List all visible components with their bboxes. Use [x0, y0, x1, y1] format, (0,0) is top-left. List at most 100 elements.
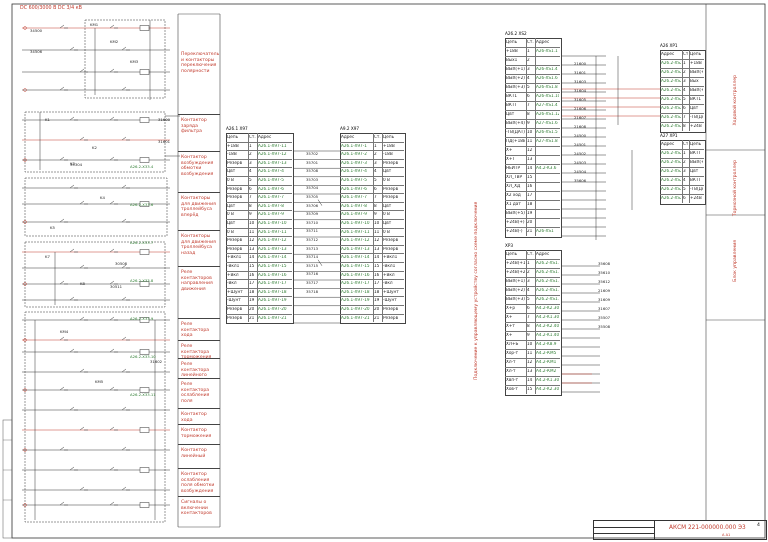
table-row-separator — [226, 219, 292, 220]
table-cell: A26.1-X97-18 — [258, 289, 287, 294]
table-cell: 2 — [374, 152, 377, 157]
table-row-separator — [505, 173, 560, 174]
table-row-separator — [505, 385, 560, 386]
table-cell: -Шунт — [383, 298, 397, 303]
right-wire-number: 35507 — [598, 315, 611, 320]
coil-symbol — [139, 502, 150, 508]
left-terminal-ref: A26.2-X33.6 — [130, 202, 154, 207]
left-wire-number: 34500 — [30, 28, 43, 33]
left-terminal-ref: A26.2-X33.4 — [130, 164, 154, 169]
right-wire-number: 31601 — [574, 70, 587, 75]
mid-wire-number: 35706 — [306, 202, 319, 208]
table-cell: Резерв — [383, 160, 399, 165]
table-cell: 7 — [527, 315, 530, 319]
table-cell: A26.2-XS2.8 — [661, 106, 681, 110]
table-cell: A26.1-X97-6 — [258, 186, 284, 191]
table-cell: 7 — [683, 115, 686, 119]
table-cell: A26.1-X97-1 — [341, 143, 367, 148]
table-cell: 1 — [527, 49, 530, 53]
table-row-separator — [505, 295, 560, 296]
wire-line — [121, 368, 127, 373]
table-cell: 3 — [249, 160, 252, 165]
left-wire-number: 34506 — [30, 49, 43, 54]
table-cell: A26.1-X97-20 — [258, 307, 287, 311]
table-row-separator — [505, 331, 560, 332]
wire-line — [59, 501, 65, 506]
sheet-left-strip — [2, 419, 13, 539]
right-wire-number: 31603 — [574, 79, 587, 84]
component-tag: KМ5 — [95, 379, 104, 384]
table-row-separator — [505, 277, 560, 278]
table-row-separator — [505, 376, 560, 377]
table-cell: A27-XS1.8 — [536, 139, 558, 143]
table-cell: A4.2-КМ2 — [536, 369, 557, 373]
table-row-separator — [340, 227, 404, 229]
wire-line — [121, 136, 127, 141]
table-cell: 13 — [374, 246, 380, 251]
table-row-separator — [505, 92, 560, 93]
legend-block: Контактор хода — [181, 412, 207, 423]
table-row-separator — [505, 128, 560, 129]
table-cell: 14 — [249, 255, 255, 260]
mid-wire-number: 35705 — [306, 194, 319, 199]
wire-line — [109, 501, 115, 506]
wire-line — [109, 156, 115, 161]
table-row-separator — [340, 150, 404, 152]
table-row-separator — [226, 150, 292, 152]
table-cell: A26-XS1.4 — [536, 67, 558, 71]
table-row-separator — [226, 236, 292, 238]
coil-symbol — [139, 69, 150, 75]
legend-block: Реле контактора линейного — [181, 362, 210, 378]
table-row-separator — [340, 176, 404, 177]
table-cell: 8 — [527, 112, 530, 116]
table-cell: 3 — [527, 67, 530, 71]
left-terminal-ref: A26.2-X33.7 — [130, 240, 154, 245]
table-cell: 18 — [374, 289, 380, 294]
wire-line — [109, 316, 115, 321]
table-cell: Резерв — [227, 246, 243, 251]
right-wire-number: 24501 — [574, 142, 587, 147]
table-cell: Х+Т — [506, 157, 515, 161]
table-cell: 5 — [683, 187, 686, 191]
table-title: A27 XP1 — [660, 133, 678, 138]
table-row-separator — [340, 296, 404, 298]
wire-line — [109, 24, 115, 29]
table-cell: A4.2-КМ5 — [536, 351, 557, 355]
table-row-separator — [505, 358, 560, 359]
table-row-separator — [340, 193, 404, 195]
table-cell: +24В(-) — [506, 229, 523, 233]
table-cell: A4.2-K1.30 — [536, 315, 559, 319]
mid-wire-number: 35713 — [306, 245, 319, 251]
table-cell: 0 В — [383, 178, 390, 182]
table-cell: ВЫХ(+2) — [690, 88, 703, 92]
table-cell: 4 — [527, 288, 530, 292]
table-cell: A26.2-XS2.7 — [661, 151, 681, 155]
table-cell: A26.1-X97-5 — [341, 178, 367, 182]
legend-block: Контактор ослабления поля обмотки возбуж… — [181, 472, 215, 494]
right-wire-number: 35612 — [598, 279, 611, 284]
table-cell: Цвт — [383, 221, 392, 225]
right-wire-number: 21608 — [574, 124, 587, 129]
legend-block: Реле контактора ослабления поля — [181, 382, 210, 404]
table-cell: A26.2-XS2.3 — [661, 70, 681, 74]
table-cell: A26.1-X97-19 — [341, 298, 370, 303]
table-col-separator — [526, 38, 527, 236]
table-cell: A26.1-X97-19 — [258, 298, 287, 303]
table-cell: A26.2-XS2.9 — [661, 160, 681, 164]
legend-separator — [178, 266, 220, 267]
table-cell: A26.1-X97-4 — [341, 169, 367, 174]
table-row-separator — [340, 184, 404, 186]
table-row-separator — [505, 304, 560, 305]
legend-separator — [178, 114, 220, 115]
wire-line — [59, 218, 65, 223]
table-cell: A26.2-XS2.11 — [661, 169, 681, 173]
table-header-cell: Ст. — [683, 52, 688, 56]
table-header-cell: Адрес — [341, 135, 355, 139]
table-cell: Резерв — [227, 307, 243, 311]
table-cell: 21 — [374, 315, 380, 320]
table-cell: 2 — [249, 152, 252, 157]
table-row-separator — [505, 200, 560, 201]
table-cell: ВЫХ(+2) — [506, 76, 525, 80]
table-row-separator — [505, 83, 560, 84]
table-row-separator — [226, 262, 292, 263]
